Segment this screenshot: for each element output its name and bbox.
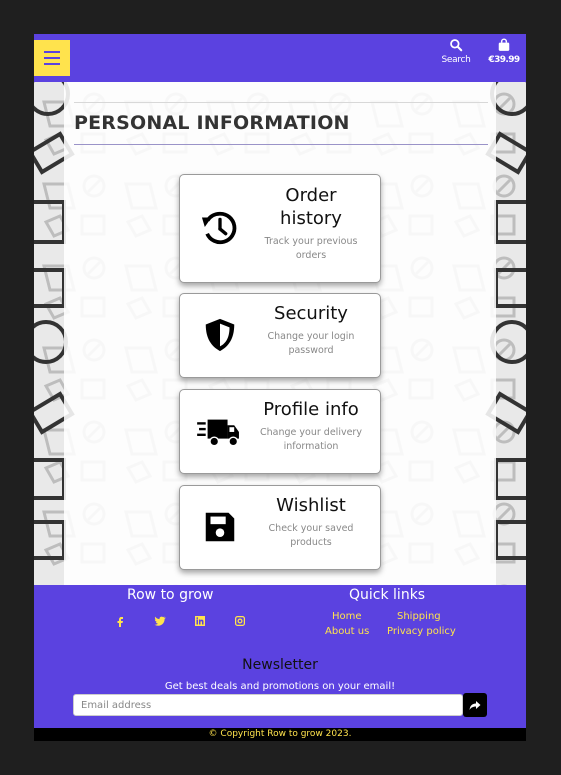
card-title: Wishlist (276, 495, 346, 516)
hamburger-menu-button[interactable] (34, 40, 70, 76)
menu-bar-icon (44, 51, 60, 53)
newsletter-subtitle: Get best deals and promotions on your em… (164, 681, 396, 692)
app-frame: Search €39.99 PERSONAL INFORMATION Order… (34, 34, 526, 741)
copyright-bar: © Copyright Row to grow 2023. (34, 728, 526, 741)
shield-icon (200, 315, 240, 355)
privacy-policy-link[interactable]: Privacy policy (387, 626, 456, 637)
card-subtitle: Change your login password (267, 331, 355, 356)
card-subtitle: Track your previous orders (264, 236, 358, 261)
menu-bar-icon (44, 57, 60, 59)
menu-bar-icon (44, 63, 60, 65)
search-toggle[interactable]: Search (438, 38, 474, 68)
shopping-bag-link[interactable]: €39.99 (486, 38, 522, 68)
search-icon (450, 39, 463, 52)
card-title: Profile info (263, 399, 359, 420)
twitter-link[interactable] (140, 615, 180, 631)
linkedin-link[interactable] (180, 615, 220, 631)
about-us-link[interactable]: About us (325, 626, 369, 637)
history-icon (200, 208, 240, 248)
card-title: Security (274, 303, 348, 324)
shopping-bag-icon (498, 38, 510, 51)
card-subtitle: Check your saved products (268, 523, 354, 548)
social-links (100, 615, 260, 631)
quick-links-title: Quick links (349, 587, 426, 603)
security-card[interactable]: Security Change your login password (179, 293, 381, 378)
shipping-link[interactable]: Shipping (397, 611, 441, 622)
top-navbar: Search €39.99 (34, 34, 526, 82)
newsletter-submit-button[interactable] (463, 693, 487, 717)
card-title: Order history (280, 185, 342, 229)
bag-total: €39.99 (488, 55, 520, 65)
linkedin-icon (195, 616, 205, 626)
instagram-icon (235, 616, 245, 626)
facebook-link[interactable] (100, 615, 140, 631)
delivery-truck-icon (196, 411, 242, 451)
wishlist-card[interactable]: Wishlist Check your saved products (179, 485, 381, 570)
twitter-icon (154, 616, 166, 626)
share-arrow-icon (469, 701, 481, 710)
order-history-card[interactable]: Order history Track your previous orders (179, 174, 381, 283)
home-link[interactable]: Home (332, 611, 362, 622)
profile-info-card[interactable]: Profile info Change your delivery inform… (179, 389, 381, 474)
personal-info-panel: PERSONAL INFORMATION Order history Track… (64, 82, 496, 585)
newsletter-email-input[interactable] (73, 694, 463, 716)
search-label: Search (441, 55, 471, 65)
page-title: PERSONAL INFORMATION (74, 112, 350, 134)
facebook-icon (117, 617, 123, 627)
newsletter-title: Newsletter (242, 657, 318, 673)
site-footer: Row to grow Quick links Home Shipping Ab… (34, 585, 526, 728)
floppy-disk-icon (200, 507, 240, 547)
divider (74, 102, 488, 103)
footer-brand: Row to grow (127, 587, 214, 603)
instagram-link[interactable] (220, 615, 260, 631)
title-underline (74, 144, 488, 145)
card-subtitle: Change your delivery information (260, 427, 362, 452)
